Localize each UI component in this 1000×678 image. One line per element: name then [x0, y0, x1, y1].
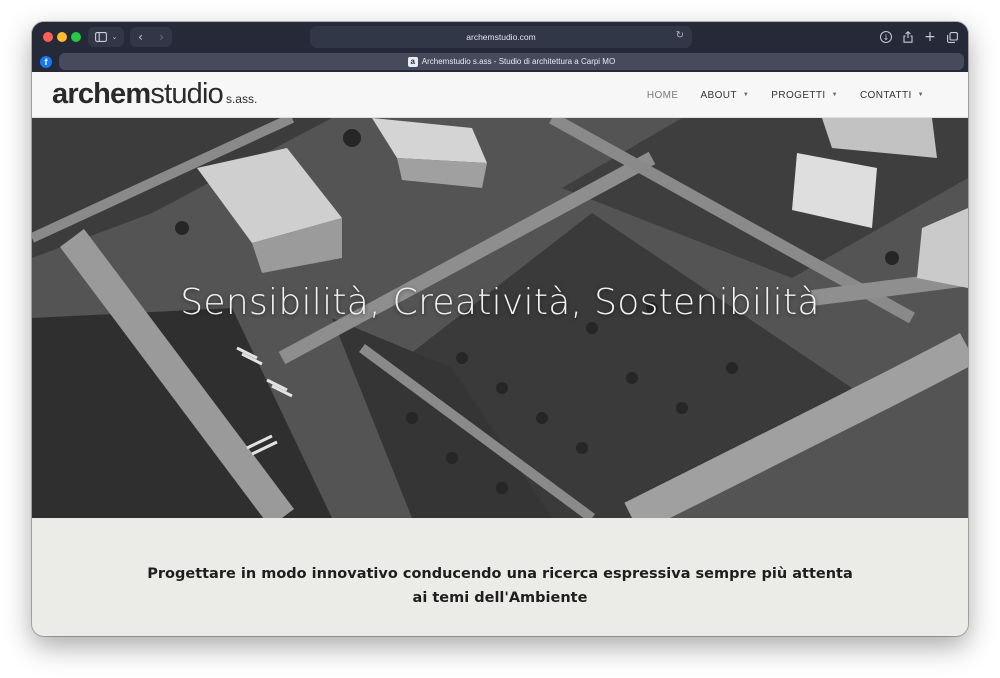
main-navigation: HOME ABOUT ▼ PROGETTI ▼ CONTATTI ▼	[647, 72, 924, 118]
caret-down-icon: ▼	[917, 92, 924, 98]
address-bar[interactable]: archemstudio.com ↻	[310, 26, 692, 48]
browser-toolbar: ⌄ ‹ › archemstudio.com ↻ ↓ +	[32, 22, 968, 52]
new-tab-button[interactable]: +	[922, 27, 938, 47]
download-icon: ↓	[880, 31, 892, 43]
share-icon	[903, 31, 913, 43]
plus-icon: +	[924, 29, 936, 45]
zoom-window-button[interactable]	[71, 32, 81, 42]
web-page: archemstudio s.ass. HOME ABOUT ▼ PROGETTI…	[32, 72, 968, 636]
logo-suffix: s.ass.	[225, 92, 258, 106]
downloads-button[interactable]: ↓	[878, 27, 894, 47]
share-button[interactable]	[900, 27, 916, 47]
address-text: archemstudio.com	[466, 32, 536, 42]
tab-title: Archemstudio s.ass - Studio di architett…	[421, 57, 616, 66]
pinned-tab-facebook[interactable]: f	[40, 56, 52, 68]
nav-item-about[interactable]: ABOUT ▼	[700, 90, 749, 101]
caret-down-icon: ▼	[831, 92, 838, 98]
caret-down-icon: ▼	[742, 92, 750, 98]
nav-item-home[interactable]: HOME	[647, 90, 679, 101]
toolbar-actions: ↓ +	[878, 27, 960, 47]
tabs-icon	[946, 31, 958, 43]
intro-text: Progettare in modo innovativo conducendo…	[147, 566, 853, 606]
facebook-icon: f	[44, 57, 48, 67]
logo-regular-text: studio	[150, 78, 223, 110]
tab-overview-button[interactable]	[944, 27, 960, 47]
site-favicon-icon: a	[407, 56, 418, 67]
active-tab[interactable]: a Archemstudio s.ass - Studio di archite…	[59, 53, 964, 70]
tab-bar: f a Archemstudio s.ass - Studio di archi…	[32, 52, 968, 72]
nav-item-label: PROGETTI	[771, 89, 826, 101]
intro-section: Progettare in modo innovativo conducendo…	[32, 518, 968, 636]
sidebar-icon	[94, 32, 107, 42]
site-header: archemstudio s.ass. HOME ABOUT ▼ PROGETTI…	[32, 72, 968, 118]
back-button[interactable]: ‹	[130, 30, 151, 44]
nav-item-progetti[interactable]: PROGETTI ▼	[771, 90, 838, 101]
browser-window: ⌄ ‹ › archemstudio.com ↻ ↓ + f a Archems…	[32, 22, 968, 636]
minimize-window-button[interactable]	[57, 32, 67, 42]
nav-item-label: HOME	[646, 89, 679, 101]
sidebar-toggle-button[interactable]: ⌄	[88, 27, 124, 47]
hero-title: Sensibilità, Creatività, Sostenibilità	[180, 282, 820, 323]
history-navigation: ‹ ›	[130, 27, 172, 47]
logo-bold-text: archem	[52, 78, 151, 110]
close-window-button[interactable]	[43, 32, 53, 42]
site-logo[interactable]: archemstudio s.ass.	[52, 78, 257, 111]
nav-item-label: ABOUT	[700, 89, 737, 101]
hero-banner: Sensibilità, Creatività, Sostenibilità	[32, 118, 968, 518]
nav-item-contatti[interactable]: CONTATTI ▼	[860, 90, 924, 101]
forward-button[interactable]: ›	[151, 30, 172, 44]
nav-item-label: CONTATTI	[859, 89, 912, 101]
reload-icon[interactable]: ↻	[676, 30, 684, 41]
chevron-down-icon: ⌄	[111, 33, 118, 41]
